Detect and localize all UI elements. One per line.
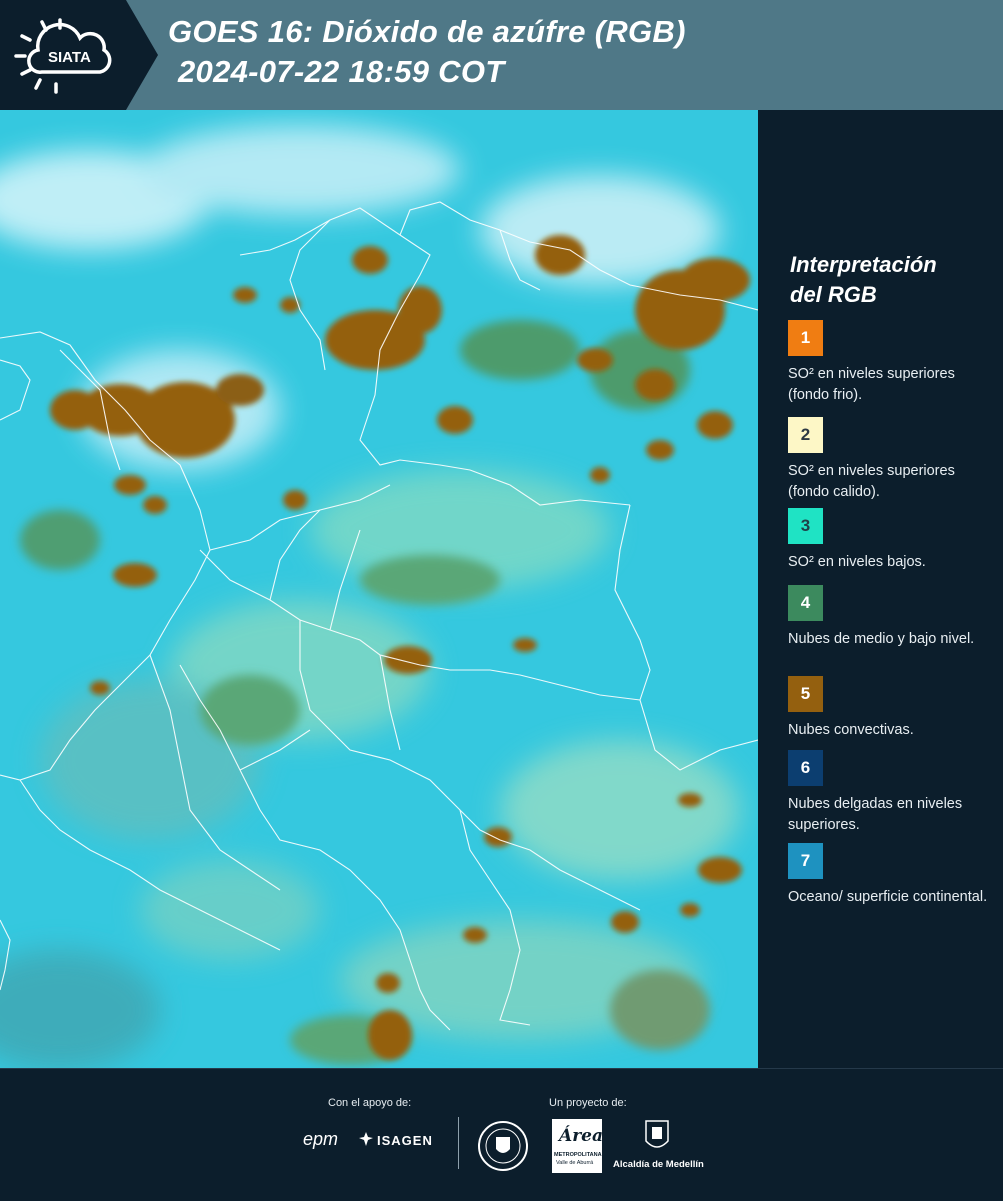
legend-number-5: 5 xyxy=(800,684,811,703)
legend-number-2: 2 xyxy=(800,425,811,444)
legend-item-4: 4 Nubes de medio y bajo nivel. xyxy=(788,585,998,650)
legend-number-6: 6 xyxy=(800,758,811,777)
support-label: Con el apoyo de: xyxy=(328,1097,412,1109)
legend-swatch-2: 2 xyxy=(788,417,823,453)
area-sub1: METROPOLITANA xyxy=(554,1152,602,1158)
area-metropolitana-logo: Área METROPOLITANA Valle de Aburrá xyxy=(552,1119,603,1173)
legend-label-1: SO² en niveles superiores (fondo frio). xyxy=(788,366,955,403)
legend-number-7: 7 xyxy=(800,851,811,870)
logo-text: SIATA xyxy=(48,49,91,66)
alcaldia-shield-icon xyxy=(645,1120,669,1148)
legend-item-3: 3 SO² en niveles bajos. xyxy=(788,508,998,573)
logo-tab: SIATA xyxy=(0,0,158,110)
legend-label-3: SO² en niveles bajos. xyxy=(788,554,926,570)
footer-divider xyxy=(458,1117,459,1169)
legend-swatch-4: 4 xyxy=(788,585,823,621)
legend-item-5: 5 Nubes convectivas. xyxy=(788,676,998,741)
legend-swatch-3: 3 xyxy=(788,508,823,544)
legend-swatch-6: 6 xyxy=(788,750,823,786)
legend-label-7: Oceano/ superficie continental. xyxy=(788,889,988,905)
area-sub2: Valle de Aburrá xyxy=(556,1160,594,1166)
product-title: GOES 16: Dióxido de azúfre (RGB) xyxy=(168,14,686,49)
isagen-logo-icon xyxy=(359,1132,373,1146)
timestamp-title: 2024-07-22 18:59 COT xyxy=(178,54,505,89)
legend-label-4: Nubes de medio y bajo nivel. xyxy=(788,631,975,647)
legend-title-line1: Interpretación xyxy=(790,252,937,277)
legend-swatch-7: 7 xyxy=(788,843,823,879)
legend-label-2: SO² en niveles superiores (fondo calido)… xyxy=(788,463,955,500)
legend-label-6: Nubes delgadas en niveles superiores. xyxy=(788,796,963,833)
isagen-logo: ISAGEN xyxy=(377,1133,433,1148)
legend-number-1: 1 xyxy=(800,328,811,347)
legend-label-5: Nubes convectivas. xyxy=(788,722,914,738)
medellin-seal-icon xyxy=(478,1121,528,1171)
legend-number-3: 3 xyxy=(800,516,811,535)
epm-logo: epm xyxy=(303,1129,339,1149)
legend-item-1: 1 SO² en niveles superiores (fondo frio)… xyxy=(788,320,998,406)
legend-panel: Interpretación del RGB 1 SO² en niveles … xyxy=(760,110,1003,1068)
satellite-map[interactable] xyxy=(0,110,758,1068)
legend-number-4: 4 xyxy=(800,593,811,612)
footer-bar: Con el apoyo de: Un proyecto de: epm ISA… xyxy=(0,1068,1003,1201)
legend-swatch-5: 5 xyxy=(788,676,823,712)
legend-item-2: 2 SO² en niveles superiores (fondo calid… xyxy=(788,417,998,503)
seal-emblem-icon xyxy=(485,1128,521,1164)
project-label: Un proyecto de: xyxy=(549,1097,627,1109)
legend-title-line2: del RGB xyxy=(790,282,877,307)
alcaldia-logo: Alcaldía de Medellín xyxy=(613,1159,704,1170)
legend-item-7: 7 Oceano/ superficie continental. xyxy=(788,843,998,908)
area-name: Área xyxy=(559,1126,603,1146)
header-bar: SIATA GOES 16: Dióxido de azúfre (RGB) 2… xyxy=(0,0,1003,110)
legend-item-6: 6 Nubes delgadas en niveles superiores. xyxy=(788,750,998,836)
legend-swatch-1: 1 xyxy=(788,320,823,356)
legend-title: Interpretación del RGB xyxy=(790,250,937,310)
satellite-image xyxy=(0,110,758,1068)
